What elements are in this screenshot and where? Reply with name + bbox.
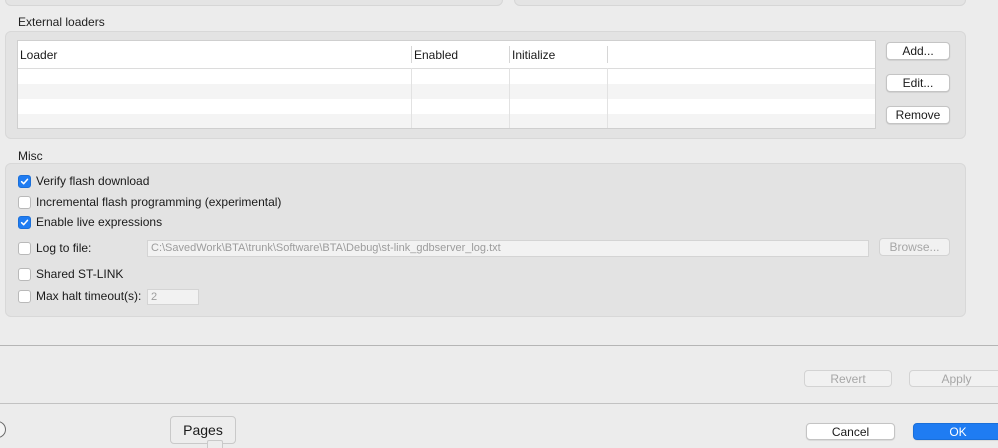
external-loaders-title: External loaders bbox=[18, 15, 105, 29]
loaders-table-header: Loader Enabled Initialize bbox=[18, 41, 875, 69]
footer-separator bbox=[0, 403, 998, 404]
table-row[interactable] bbox=[18, 114, 875, 128]
upper-left-group-box bbox=[5, 0, 503, 6]
log-to-file-label: Log to file: bbox=[36, 241, 92, 255]
revert-button[interactable]: Revert bbox=[804, 370, 892, 387]
add-loader-button[interactable]: Add... bbox=[886, 42, 950, 60]
live-expressions-checkbox[interactable] bbox=[18, 215, 31, 229]
max-halt-checkbox[interactable] bbox=[18, 289, 31, 303]
max-halt-option[interactable]: Max halt timeout(s): bbox=[18, 288, 141, 304]
shared-stlink-label: Shared ST-LINK bbox=[36, 267, 124, 281]
log-to-file-checkbox[interactable] bbox=[18, 241, 31, 255]
upper-right-group-box bbox=[514, 0, 966, 6]
verify-flash-option[interactable]: Verify flash download bbox=[18, 173, 149, 189]
table-row[interactable] bbox=[18, 69, 875, 84]
separator-line bbox=[0, 345, 998, 346]
shared-stlink-option[interactable]: Shared ST-LINK bbox=[18, 266, 123, 282]
cancel-button[interactable]: Cancel bbox=[806, 423, 895, 440]
verify-flash-checkbox[interactable] bbox=[18, 174, 31, 188]
checkmark-icon bbox=[20, 219, 29, 225]
verify-flash-label: Verify flash download bbox=[36, 174, 150, 188]
table-row[interactable] bbox=[18, 99, 875, 114]
max-halt-label: Max halt timeout(s): bbox=[36, 289, 142, 303]
incremental-flash-label: Incremental flash programming (experimen… bbox=[36, 195, 282, 209]
log-file-path-field[interactable]: C:\SavedWork\BTA\trunk\Software\BTA\Debu… bbox=[147, 240, 869, 257]
checkmark-icon bbox=[20, 178, 29, 184]
shared-stlink-checkbox[interactable] bbox=[18, 267, 31, 281]
pages-tab[interactable]: Pages bbox=[170, 416, 236, 444]
column-divider bbox=[607, 68, 608, 128]
log-to-file-option[interactable]: Log to file: bbox=[18, 240, 91, 256]
loaders-table[interactable]: Loader Enabled Initialize bbox=[17, 40, 876, 129]
ok-button[interactable]: OK bbox=[913, 423, 998, 440]
column-header-enabled[interactable]: Enabled bbox=[412, 41, 458, 68]
incremental-flash-option[interactable]: Incremental flash programming (experimen… bbox=[18, 194, 281, 210]
pages-tab-handle bbox=[207, 440, 223, 448]
remove-loader-button[interactable]: Remove bbox=[886, 106, 950, 124]
column-divider bbox=[411, 68, 412, 128]
edit-loader-button[interactable]: Edit... bbox=[886, 74, 950, 92]
column-divider bbox=[509, 68, 510, 128]
max-halt-timeout-field[interactable]: 2 bbox=[147, 289, 199, 305]
live-expressions-option[interactable]: Enable live expressions bbox=[18, 214, 162, 230]
column-header-initialize[interactable]: Initialize bbox=[510, 41, 555, 68]
apply-button[interactable]: Apply bbox=[909, 370, 998, 387]
column-divider[interactable] bbox=[607, 46, 608, 63]
help-icon[interactable] bbox=[0, 421, 6, 438]
misc-title: Misc bbox=[18, 149, 43, 163]
browse-button[interactable]: Browse... bbox=[879, 238, 950, 256]
table-row[interactable] bbox=[18, 84, 875, 99]
column-header-loader[interactable]: Loader bbox=[18, 41, 57, 68]
live-expressions-label: Enable live expressions bbox=[36, 215, 163, 229]
incremental-flash-checkbox[interactable] bbox=[18, 195, 31, 209]
